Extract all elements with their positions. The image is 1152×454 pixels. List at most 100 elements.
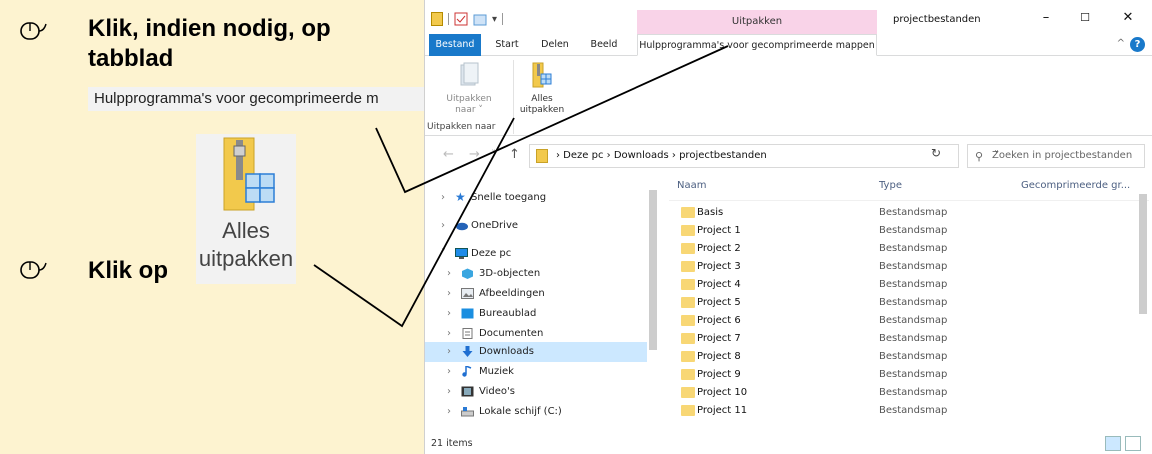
folder-icon	[681, 261, 695, 272]
content-scrollbar[interactable]	[1137, 176, 1149, 416]
table-row[interactable]: Project 2 Bestandsmap	[669, 240, 1149, 258]
collapse-ribbon-icon[interactable]: ^	[1117, 38, 1125, 49]
nav-scroll-thumb[interactable]	[649, 190, 657, 350]
documents-icon	[462, 328, 473, 339]
expand-chevron-icon[interactable]: ›	[441, 192, 445, 203]
table-row[interactable]: Basis Bestandsmap	[669, 204, 1149, 222]
table-row[interactable]: Project 1 Bestandsmap	[669, 222, 1149, 240]
table-row[interactable]: Project 8 Bestandsmap	[669, 348, 1149, 366]
file-type: Bestandsmap	[879, 243, 948, 254]
expand-chevron-icon[interactable]: ›	[447, 288, 451, 299]
file-type: Bestandsmap	[879, 225, 948, 236]
file-name: Project 10	[697, 387, 748, 398]
up-icon[interactable]: ↑	[509, 147, 520, 162]
extract-all-button[interactable]: Alles uitpakken	[519, 60, 565, 120]
recent-locations-icon[interactable]: ˅	[491, 149, 496, 160]
tab-compressed-folder-tools[interactable]: Hulpprogramma's voor gecomprimeerde mapp…	[637, 34, 877, 56]
tab-start[interactable]: Start	[487, 34, 527, 56]
ribbon-group-separator	[513, 60, 514, 134]
properties-icon[interactable]	[454, 12, 468, 26]
ribbon-group-label: Uitpakken naar	[427, 122, 496, 132]
large-icons-view-icon[interactable]	[1125, 436, 1141, 451]
table-row[interactable]: Project 3 Bestandsmap	[669, 258, 1149, 276]
nav-item-documents[interactable]: › Documenten	[425, 324, 647, 344]
table-row[interactable]: Project 6 Bestandsmap	[669, 312, 1149, 330]
maximize-button[interactable]: ☐	[1070, 8, 1100, 28]
column-header-size[interactable]: Gecomprimeerde gr...	[1021, 180, 1130, 191]
nav-item-pictures[interactable]: › Afbeeldingen	[425, 284, 647, 304]
header-divider	[669, 200, 1149, 201]
cloud-icon	[456, 222, 468, 231]
tab-delen[interactable]: Delen	[533, 34, 577, 56]
nav-item-quick-access[interactable]: › ★ Snelle toegang	[425, 188, 647, 208]
details-view-icon[interactable]	[1105, 436, 1121, 451]
file-type: Bestandsmap	[879, 279, 948, 290]
step1-text: Klik, indien nodig, op tabblad	[88, 15, 331, 72]
nav-label: Bureaublad	[479, 308, 537, 319]
folder-icon[interactable]	[431, 12, 443, 26]
nav-scrollbar[interactable]	[649, 178, 657, 432]
address-bar[interactable]: › Deze pc › Downloads › projectbestanden…	[529, 144, 999, 168]
table-row[interactable]: Project 4 Bestandsmap	[669, 276, 1149, 294]
nav-item-local-disk[interactable]: › Lokale schijf (C:)	[425, 402, 647, 422]
expand-chevron-icon[interactable]: ›	[447, 308, 451, 319]
help-icon[interactable]: ?	[1130, 37, 1145, 52]
file-type: Bestandsmap	[879, 261, 948, 272]
expand-chevron-icon[interactable]: ›	[447, 328, 451, 339]
nav-item-desktop[interactable]: › Bureaublad	[425, 304, 647, 324]
expand-chevron-icon[interactable]: ›	[447, 386, 451, 397]
nav-label: Afbeeldingen	[479, 288, 545, 299]
qat-dropdown-icon[interactable]: ▾	[492, 14, 497, 25]
new-folder-icon[interactable]	[473, 12, 487, 26]
back-icon[interactable]: ←	[443, 147, 454, 162]
nav-item-videos[interactable]: › Video's	[425, 382, 647, 402]
minimize-button[interactable]: –	[1031, 8, 1061, 28]
column-header-type[interactable]: Type	[879, 180, 902, 191]
file-name: Project 3	[697, 261, 741, 272]
table-row[interactable]: Project 7 Bestandsmap	[669, 330, 1149, 348]
tab-beeld[interactable]: Beeld	[581, 34, 627, 56]
column-header-name[interactable]: Naam	[677, 180, 706, 191]
table-row[interactable]: Project 11 Bestandsmap	[669, 402, 1149, 416]
nav-item-3d-objects[interactable]: › 3D-objecten	[425, 264, 647, 284]
collapse-chevron-icon[interactable]: ˅	[441, 248, 446, 259]
zip-folder-icon	[536, 149, 548, 163]
close-button[interactable]: ✕	[1113, 8, 1143, 28]
download-icon	[462, 346, 473, 357]
file-type: Bestandsmap	[879, 207, 948, 218]
breadcrumb: › Deze pc › Downloads › projectbestanden	[556, 150, 767, 161]
nav-item-this-pc[interactable]: ˅ Deze pc	[425, 244, 647, 264]
folder-icon	[681, 387, 695, 398]
file-name: Project 1	[697, 225, 741, 236]
nav-label: Muziek	[479, 366, 514, 377]
table-row[interactable]: Project 9 Bestandsmap	[669, 366, 1149, 384]
table-row[interactable]: Project 5 Bestandsmap	[669, 294, 1149, 312]
extract-to-icon	[460, 62, 479, 86]
search-input[interactable]: ⚲ Zoeken in projectbestanden	[967, 144, 1145, 168]
expand-chevron-icon[interactable]: ›	[447, 268, 451, 279]
instruction-panel: Klik, indien nodig, op tabblad Hulpprogr…	[0, 0, 424, 454]
item-count: 21 items	[431, 438, 473, 449]
forward-icon[interactable]: →	[469, 147, 480, 162]
expand-chevron-icon[interactable]: ›	[447, 346, 451, 357]
expand-chevron-icon[interactable]: ›	[447, 366, 451, 377]
star-icon: ★	[455, 190, 466, 204]
horizontal-scrollbar[interactable]	[663, 418, 1149, 430]
extract-to-button[interactable]: Uitpakken naar ˅	[431, 60, 507, 120]
expand-chevron-icon[interactable]: ›	[447, 406, 451, 417]
mouse-icon	[20, 22, 47, 40]
tab-bestand[interactable]: Bestand	[429, 34, 481, 56]
file-name: Project 11	[697, 405, 748, 416]
address-row: ← → ˅ ↑ › Deze pc › Downloads › projectb…	[425, 142, 1152, 170]
content-scroll-thumb[interactable]	[1139, 194, 1147, 314]
tab-callout: Hulpprogramma's voor gecomprimeerde m	[88, 87, 424, 111]
nav-item-downloads[interactable]: › Downloads	[425, 342, 647, 362]
nav-item-music[interactable]: › Muziek	[425, 362, 647, 382]
file-type: Bestandsmap	[879, 333, 948, 344]
window-title: projectbestanden	[893, 14, 981, 25]
refresh-icon[interactable]: ↻	[931, 146, 941, 160]
folder-icon	[681, 279, 695, 290]
expand-chevron-icon[interactable]: ›	[441, 220, 445, 231]
nav-item-onedrive[interactable]: › OneDrive	[425, 216, 647, 236]
table-row[interactable]: Project 10 Bestandsmap	[669, 384, 1149, 402]
